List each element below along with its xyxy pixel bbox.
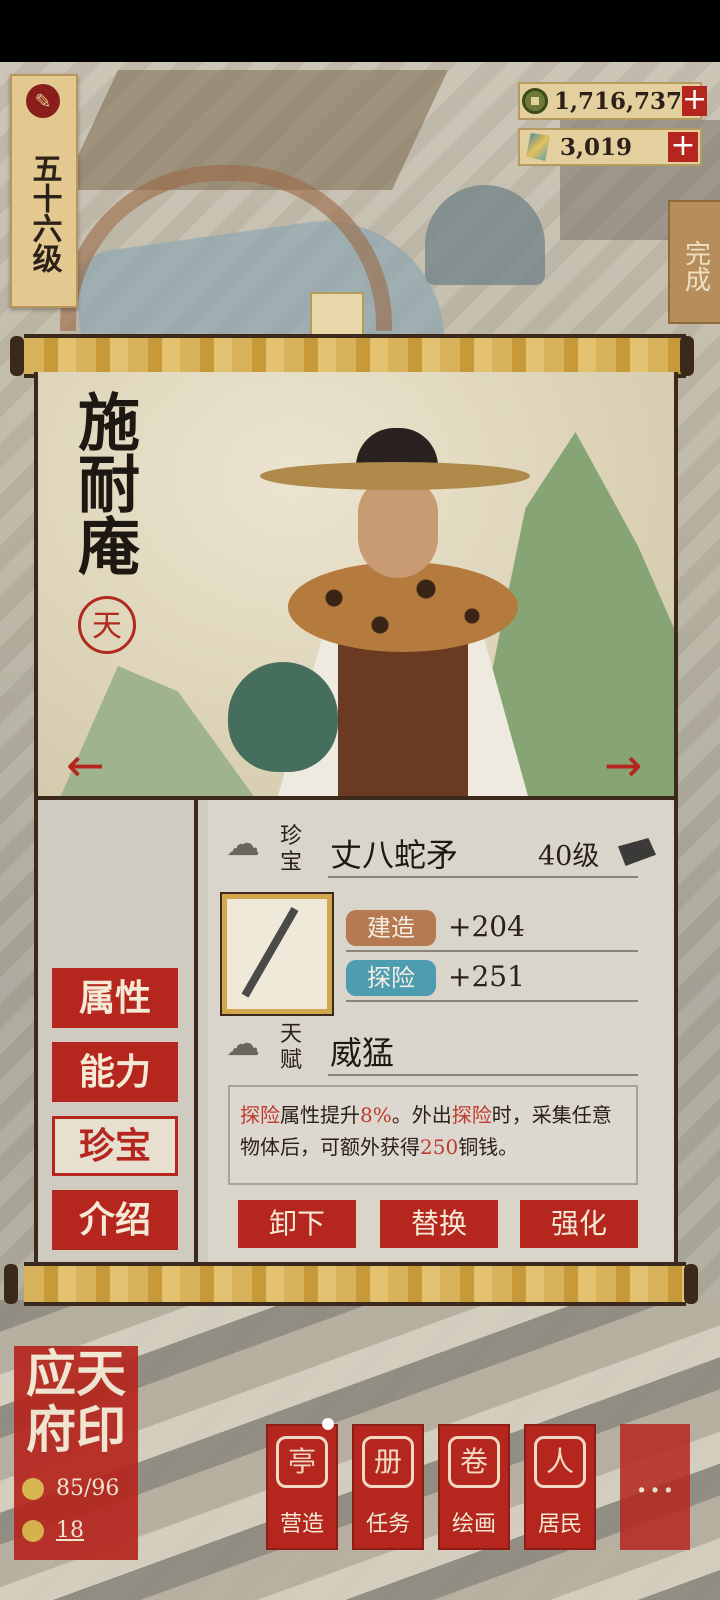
description-text: 铜钱。	[458, 1135, 519, 1159]
task-icon: 册	[362, 1436, 414, 1488]
tab-list: 属性 能力 珍宝 介绍	[52, 968, 178, 1264]
treasure-section-label: 珍宝	[280, 824, 303, 875]
copper-coin-value: 1,716,737	[554, 87, 683, 115]
tab-introduction[interactable]: 介绍	[52, 1190, 178, 1250]
enhance-button[interactable]: 强化	[520, 1200, 638, 1248]
rarity-seal: 天	[78, 596, 136, 654]
talent-section-label: 天赋	[280, 1022, 303, 1073]
highlight-text: 250	[420, 1135, 459, 1159]
map-marker-icon[interactable]	[310, 292, 364, 338]
nav-build-button[interactable]: 亭 营造	[266, 1424, 338, 1550]
add-coin-button[interactable]: +	[682, 85, 708, 116]
jade-value: 3,019	[560, 133, 633, 161]
side-tab[interactable]: 完成	[668, 200, 720, 324]
nav-build-label: 营造	[279, 1512, 324, 1537]
cloud-icon: ☁	[226, 824, 260, 864]
divider	[194, 800, 198, 1268]
divider	[328, 876, 638, 878]
nav-task-label: 任务	[365, 1512, 410, 1537]
jade-icon	[526, 133, 550, 161]
upgrade-icon[interactable]	[618, 838, 656, 866]
character-panel: 施耐庵 天 ← → 属性 能力 珍宝 介绍 ☁ 珍宝 丈八蛇矛 40级 建造 +…	[34, 372, 678, 1268]
population-stat: 85/96	[22, 1476, 119, 1501]
brush-icon: ✎	[26, 84, 60, 118]
count-stat: 18	[22, 1518, 84, 1543]
prev-character-arrow-icon[interactable]: ←	[66, 738, 105, 792]
description-text: 。外出	[391, 1103, 452, 1127]
scroll-rod-end	[4, 1264, 18, 1304]
nav-task-button[interactable]: 册 任务	[352, 1424, 424, 1550]
tab-attributes[interactable]: 属性	[52, 968, 178, 1028]
level-text: 五十六级	[26, 153, 62, 273]
nav-painting-label: 绘画	[451, 1512, 496, 1537]
scroll-rod-end	[680, 336, 694, 376]
cloud-icon: ☁	[226, 1024, 260, 1064]
details-section: 属性 能力 珍宝 介绍 ☁ 珍宝 丈八蛇矛 40级 建造 +204 探险 +25…	[38, 796, 674, 1268]
residents-icon: 人	[534, 1436, 586, 1488]
notification-dot	[322, 1418, 334, 1430]
divider	[328, 1074, 638, 1076]
spear-icon	[241, 907, 299, 998]
character-body	[338, 632, 468, 796]
copper-coin-icon	[522, 88, 548, 114]
tab-abilities[interactable]: 能力	[52, 1042, 178, 1102]
scroll-rod-end	[10, 336, 24, 376]
character-hat	[260, 462, 530, 490]
stat-value-build: +204	[448, 910, 525, 943]
treasure-info: ☁ 珍宝 丈八蛇矛 40级 建造 +204 探险 +251 ☁ 天赋 威猛 探险…	[208, 800, 674, 1268]
talent-name: 威猛	[330, 1034, 395, 1072]
count-value: 18	[56, 1518, 84, 1543]
side-tab-label: 完成	[680, 240, 711, 292]
city-card[interactable]: 应天府印 85/96 18	[14, 1346, 138, 1560]
character-portrait: 施耐庵 天 ← →	[38, 372, 674, 796]
nav-painting-button[interactable]: 卷 绘画	[438, 1424, 510, 1550]
divider	[346, 950, 638, 952]
replace-button[interactable]: 替换	[380, 1200, 498, 1248]
highlight-text: 探险	[240, 1103, 280, 1127]
unequip-button[interactable]: 卸下	[238, 1200, 356, 1248]
description-text: 属性提升	[280, 1103, 360, 1127]
city-name: 应天府印	[26, 1344, 126, 1459]
treasure-level: 40级	[538, 841, 600, 872]
nav-residents-label: 居民	[537, 1512, 582, 1537]
stat-badge-build: 建造	[346, 910, 436, 946]
highlight-text: 8%	[360, 1103, 392, 1127]
stat-badge-explore: 探险	[346, 960, 436, 996]
build-icon: 亭	[276, 1436, 328, 1488]
character-sack	[228, 662, 338, 772]
nav-residents-button[interactable]: 人 居民	[524, 1424, 596, 1550]
stat-value-explore: +251	[448, 960, 525, 993]
population-icon	[22, 1477, 44, 1500]
character-name: 施耐庵	[67, 390, 140, 576]
gold-icon	[22, 1519, 44, 1542]
copper-coin-counter: 1,716,737 +	[518, 82, 708, 120]
next-character-arrow-icon[interactable]: →	[604, 738, 643, 792]
more-button[interactable]: …	[620, 1424, 690, 1550]
divider	[346, 1000, 638, 1002]
character-face	[358, 478, 438, 578]
painting-icon: 卷	[448, 1436, 500, 1488]
tab-treasure[interactable]: 珍宝	[52, 1116, 178, 1176]
scroll-rod-bottom	[24, 1262, 686, 1306]
level-tag[interactable]: ✎ 五十六级	[10, 74, 78, 308]
highlight-text: 探险	[451, 1103, 492, 1127]
treasure-name: 丈八蛇矛	[330, 836, 459, 874]
talent-description: 探险属性提升8%。外出探险时，采集任意物体后，可额外获得250铜钱。	[228, 1085, 638, 1185]
treasure-image-frame[interactable]	[220, 892, 334, 1016]
add-jade-button[interactable]: +	[668, 131, 698, 162]
jade-counter: 3,019 +	[518, 128, 702, 166]
population-value: 85/96	[56, 1476, 120, 1501]
scroll-rod-end	[684, 1264, 698, 1304]
